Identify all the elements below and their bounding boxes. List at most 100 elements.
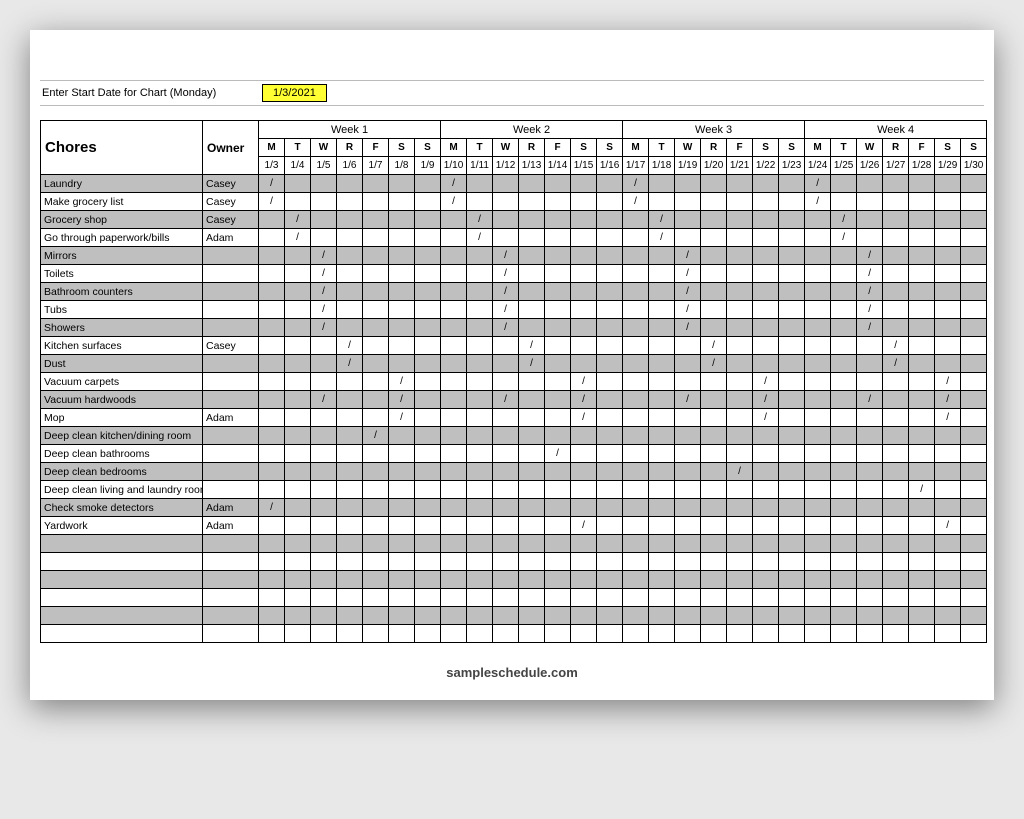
day-cell[interactable] bbox=[337, 427, 363, 445]
day-cell[interactable] bbox=[935, 301, 961, 319]
day-cell[interactable] bbox=[935, 247, 961, 265]
day-cell[interactable] bbox=[883, 301, 909, 319]
day-cell[interactable]: / bbox=[857, 265, 883, 283]
day-cell[interactable] bbox=[701, 607, 727, 625]
day-cell[interactable] bbox=[779, 499, 805, 517]
day-cell[interactable] bbox=[779, 553, 805, 571]
day-cell[interactable] bbox=[363, 211, 389, 229]
day-cell[interactable] bbox=[727, 301, 753, 319]
day-cell[interactable] bbox=[649, 319, 675, 337]
day-cell[interactable] bbox=[311, 175, 337, 193]
day-cell[interactable] bbox=[389, 211, 415, 229]
day-cell[interactable] bbox=[857, 175, 883, 193]
day-cell[interactable] bbox=[753, 571, 779, 589]
day-cell[interactable] bbox=[545, 193, 571, 211]
day-cell[interactable] bbox=[545, 391, 571, 409]
day-cell[interactable] bbox=[857, 517, 883, 535]
day-cell[interactable] bbox=[961, 589, 987, 607]
day-cell[interactable]: / bbox=[337, 355, 363, 373]
day-cell[interactable]: / bbox=[831, 211, 857, 229]
day-cell[interactable] bbox=[909, 571, 935, 589]
day-cell[interactable] bbox=[935, 283, 961, 301]
owner-cell[interactable] bbox=[203, 247, 259, 265]
day-cell[interactable] bbox=[909, 373, 935, 391]
day-cell[interactable] bbox=[415, 589, 441, 607]
day-cell[interactable] bbox=[623, 247, 649, 265]
day-cell[interactable] bbox=[805, 319, 831, 337]
day-cell[interactable] bbox=[701, 535, 727, 553]
day-cell[interactable] bbox=[337, 175, 363, 193]
day-cell[interactable] bbox=[415, 355, 441, 373]
day-cell[interactable] bbox=[493, 553, 519, 571]
day-cell[interactable] bbox=[753, 211, 779, 229]
day-cell[interactable] bbox=[779, 391, 805, 409]
day-cell[interactable] bbox=[961, 571, 987, 589]
day-cell[interactable] bbox=[285, 337, 311, 355]
day-cell[interactable] bbox=[701, 571, 727, 589]
chore-name-cell[interactable]: Vacuum hardwoods bbox=[41, 391, 203, 409]
day-cell[interactable] bbox=[597, 571, 623, 589]
day-cell[interactable] bbox=[337, 535, 363, 553]
day-cell[interactable] bbox=[857, 553, 883, 571]
day-cell[interactable] bbox=[519, 175, 545, 193]
day-cell[interactable] bbox=[779, 301, 805, 319]
owner-cell[interactable] bbox=[203, 265, 259, 283]
day-cell[interactable] bbox=[857, 211, 883, 229]
day-cell[interactable] bbox=[519, 265, 545, 283]
day-cell[interactable] bbox=[493, 481, 519, 499]
day-cell[interactable] bbox=[623, 211, 649, 229]
owner-cell[interactable] bbox=[203, 391, 259, 409]
day-cell[interactable] bbox=[883, 427, 909, 445]
day-cell[interactable] bbox=[857, 481, 883, 499]
day-cell[interactable] bbox=[805, 355, 831, 373]
day-cell[interactable] bbox=[259, 409, 285, 427]
day-cell[interactable] bbox=[675, 481, 701, 499]
day-cell[interactable] bbox=[415, 301, 441, 319]
day-cell[interactable] bbox=[389, 175, 415, 193]
day-cell[interactable] bbox=[545, 463, 571, 481]
day-cell[interactable]: / bbox=[389, 391, 415, 409]
day-cell[interactable] bbox=[441, 571, 467, 589]
day-cell[interactable]: / bbox=[493, 391, 519, 409]
day-cell[interactable]: / bbox=[493, 283, 519, 301]
day-cell[interactable] bbox=[597, 265, 623, 283]
day-cell[interactable]: / bbox=[311, 247, 337, 265]
day-cell[interactable] bbox=[597, 589, 623, 607]
day-cell[interactable] bbox=[883, 247, 909, 265]
day-cell[interactable] bbox=[259, 517, 285, 535]
day-cell[interactable]: / bbox=[519, 337, 545, 355]
day-cell[interactable] bbox=[701, 229, 727, 247]
day-cell[interactable] bbox=[675, 409, 701, 427]
day-cell[interactable]: / bbox=[363, 427, 389, 445]
day-cell[interactable] bbox=[883, 481, 909, 499]
day-cell[interactable] bbox=[441, 229, 467, 247]
day-cell[interactable] bbox=[571, 427, 597, 445]
day-cell[interactable] bbox=[935, 265, 961, 283]
day-cell[interactable] bbox=[701, 319, 727, 337]
day-cell[interactable] bbox=[727, 445, 753, 463]
day-cell[interactable] bbox=[545, 229, 571, 247]
day-cell[interactable] bbox=[961, 517, 987, 535]
day-cell[interactable] bbox=[597, 607, 623, 625]
start-date-input[interactable]: 1/3/2021 bbox=[262, 84, 327, 102]
day-cell[interactable] bbox=[883, 625, 909, 643]
day-cell[interactable]: / bbox=[467, 211, 493, 229]
day-cell[interactable] bbox=[883, 265, 909, 283]
day-cell[interactable] bbox=[363, 463, 389, 481]
day-cell[interactable] bbox=[545, 517, 571, 535]
day-cell[interactable] bbox=[571, 625, 597, 643]
day-cell[interactable] bbox=[675, 499, 701, 517]
day-cell[interactable] bbox=[623, 301, 649, 319]
day-cell[interactable] bbox=[363, 499, 389, 517]
day-cell[interactable] bbox=[779, 355, 805, 373]
day-cell[interactable] bbox=[597, 211, 623, 229]
day-cell[interactable] bbox=[389, 337, 415, 355]
chore-name-cell[interactable]: Bathroom counters bbox=[41, 283, 203, 301]
day-cell[interactable] bbox=[831, 409, 857, 427]
day-cell[interactable] bbox=[389, 229, 415, 247]
day-cell[interactable] bbox=[909, 607, 935, 625]
day-cell[interactable] bbox=[311, 229, 337, 247]
day-cell[interactable] bbox=[675, 193, 701, 211]
day-cell[interactable] bbox=[935, 463, 961, 481]
day-cell[interactable] bbox=[363, 589, 389, 607]
